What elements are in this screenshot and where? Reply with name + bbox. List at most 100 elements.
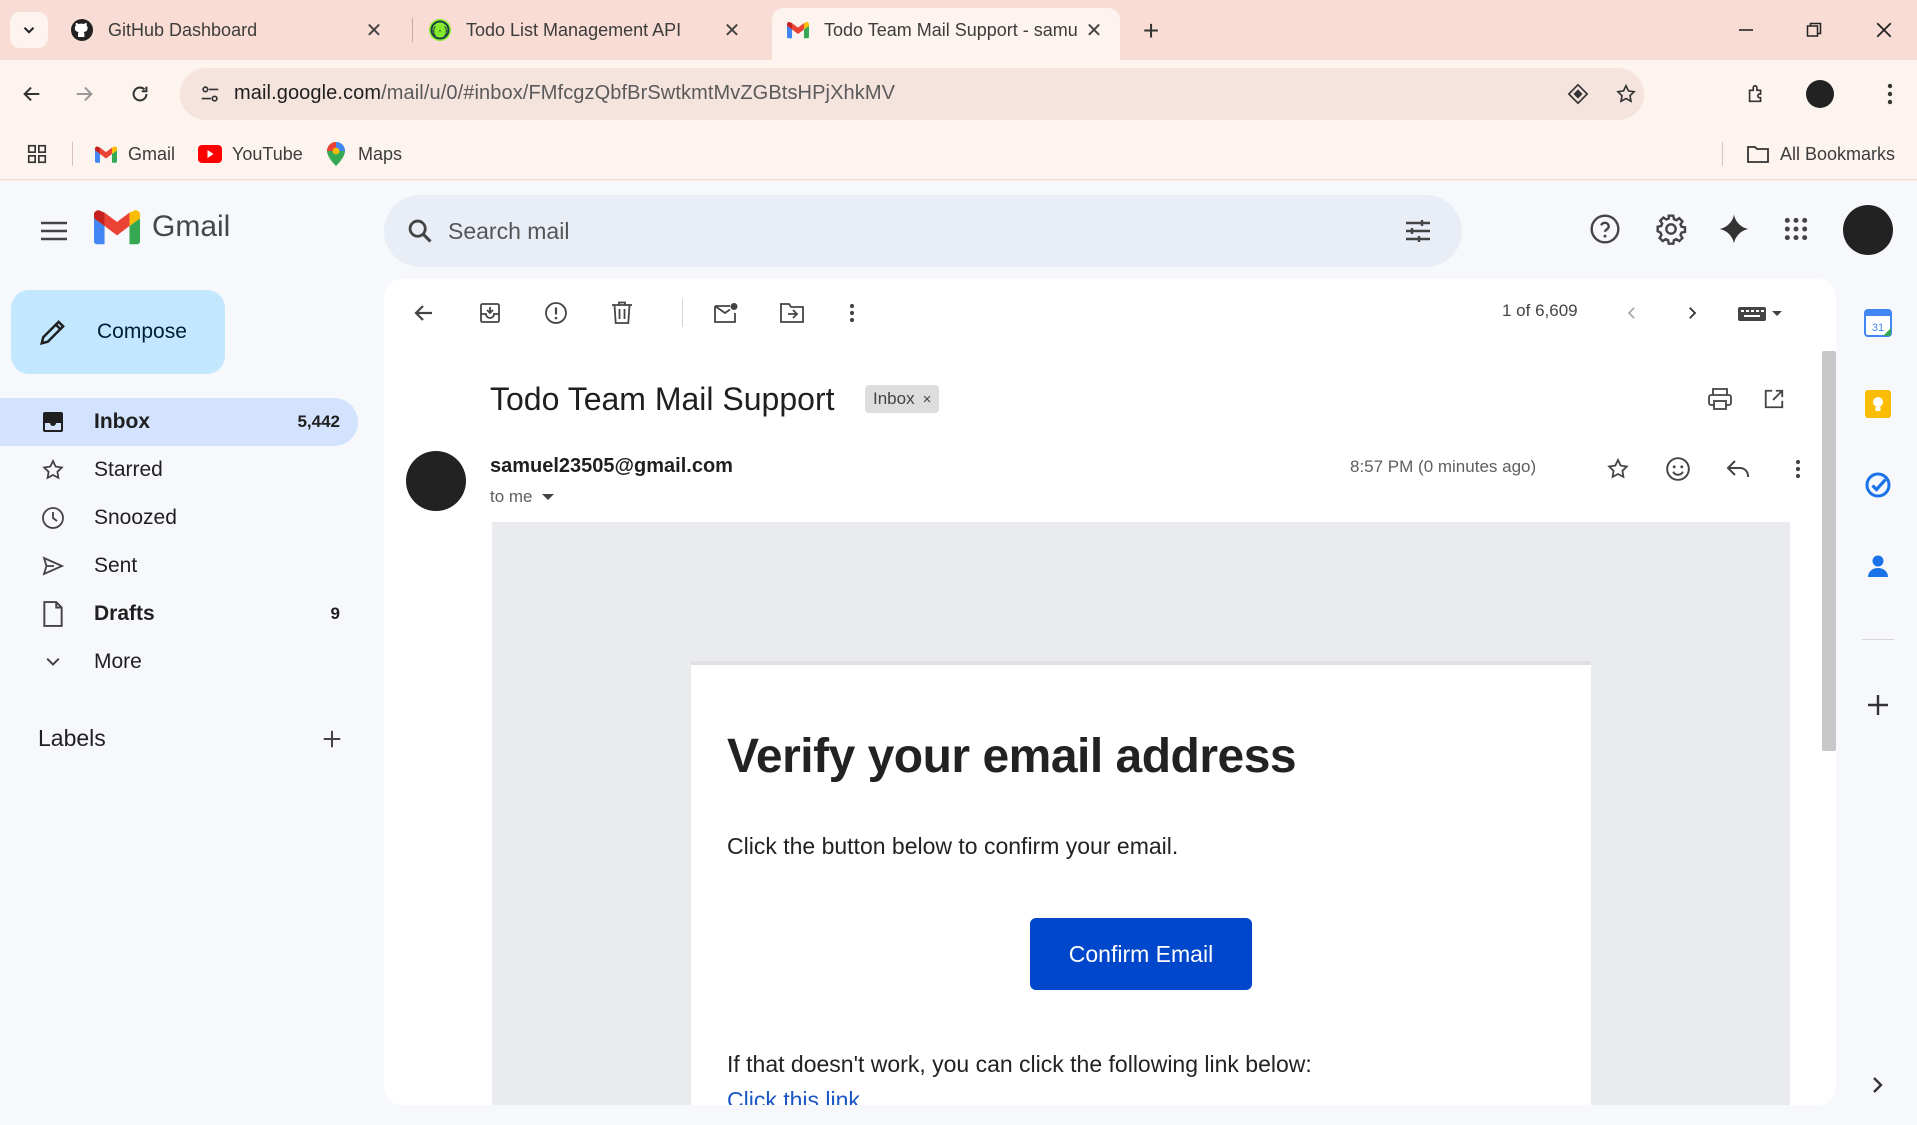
recipient-details[interactable]: to me: [490, 487, 555, 507]
send-icon: [38, 551, 68, 581]
confirm-email-button[interactable]: Confirm Email: [1030, 918, 1252, 990]
close-tab-icon[interactable]: ✕: [362, 18, 386, 42]
browser-menu-icon[interactable]: [1870, 74, 1910, 114]
message-more-icon[interactable]: [1776, 447, 1820, 491]
tab-todo-api[interactable]: {·} Todo List Management API ✕: [414, 8, 758, 52]
inbox-label-chip[interactable]: Inbox ×: [865, 385, 940, 413]
remove-label-icon[interactable]: ×: [923, 391, 932, 408]
nav-inbox[interactable]: Inbox 5,442: [0, 398, 358, 446]
move-to-icon[interactable]: [770, 291, 814, 335]
nav-count: 5,442: [297, 412, 340, 431]
scrollbar-thumb[interactable]: [1822, 351, 1836, 751]
email-body-background: Verify your email address Click the butt…: [492, 522, 1790, 1105]
close-window-icon[interactable]: [1864, 10, 1904, 50]
bookmark-youtube[interactable]: YouTube: [198, 138, 303, 170]
show-side-panel-icon[interactable]: [1858, 1065, 1898, 1105]
get-addons-icon[interactable]: [1858, 685, 1898, 725]
tab-gmail-active[interactable]: Todo Team Mail Support - samu ✕: [772, 8, 1120, 60]
nav-starred[interactable]: Starred: [0, 446, 358, 494]
address-bar[interactable]: mail.google.com/mail/u/0/#inbox/FMfcgzQb…: [180, 68, 1644, 120]
caret-down-icon: [541, 494, 554, 500]
star-message-icon[interactable]: [1596, 447, 1640, 491]
back-to-inbox-icon[interactable]: [402, 291, 446, 335]
back-icon[interactable]: [12, 74, 52, 114]
url-path: /mail/u/0/#inbox/FMfcgzQbfBrSwtkmtMvZGBt…: [381, 82, 896, 104]
bookmark-maps[interactable]: Maps: [324, 138, 402, 170]
recipient-text: to me: [490, 487, 533, 506]
nav-sent[interactable]: Sent: [0, 542, 358, 590]
site-info-icon[interactable]: [192, 76, 228, 112]
lens-icon[interactable]: [1560, 76, 1596, 112]
archive-icon[interactable]: [468, 291, 512, 335]
keep-icon[interactable]: [1858, 384, 1898, 424]
main-menu-icon[interactable]: [32, 209, 76, 253]
google-apps-icon[interactable]: [1772, 205, 1820, 253]
nav-label: Drafts: [94, 602, 155, 625]
bookmark-star-icon[interactable]: [1608, 76, 1644, 112]
nav-snoozed[interactable]: Snoozed: [0, 494, 358, 542]
message-scrollbar[interactable]: [1820, 351, 1836, 1105]
gemini-sparkle-icon[interactable]: [1710, 205, 1758, 253]
close-tab-icon[interactable]: ✕: [720, 18, 744, 42]
new-tab-button[interactable]: +: [1134, 14, 1168, 48]
extensions-icon[interactable]: [1736, 74, 1776, 114]
gmail-icon: [786, 18, 810, 42]
bookmarks-bar: Gmail YouTube Maps All Bookmarks: [0, 128, 1917, 180]
tasks-icon[interactable]: [1858, 465, 1898, 505]
url-text[interactable]: mail.google.com/mail/u/0/#inbox/FMfcgzQb…: [234, 82, 895, 105]
nav-more[interactable]: More: [0, 638, 358, 686]
nav-label: Snoozed: [94, 506, 177, 529]
account-avatar[interactable]: [1843, 205, 1893, 255]
bookmark-gmail[interactable]: Gmail: [94, 138, 175, 170]
settings-gear-icon[interactable]: [1647, 205, 1695, 253]
close-tab-icon[interactable]: ✕: [1082, 18, 1106, 42]
search-icon[interactable]: [400, 211, 440, 251]
more-actions-icon[interactable]: [830, 291, 874, 335]
calendar-icon[interactable]: 31: [1858, 303, 1898, 343]
reply-icon[interactable]: [1716, 447, 1760, 491]
search-options-icon[interactable]: [1398, 211, 1438, 251]
tab-search-button[interactable]: [10, 12, 48, 48]
bookmark-label: YouTube: [232, 143, 303, 164]
profile-avatar[interactable]: [1800, 74, 1840, 114]
profile-avatar-circle: [1806, 80, 1834, 108]
print-icon[interactable]: [1698, 377, 1742, 421]
sender-email[interactable]: samuel23505@gmail.com: [490, 455, 733, 478]
tab-title: Todo Team Mail Support - samu: [824, 19, 1078, 40]
github-icon: [70, 18, 94, 42]
search-input[interactable]: [448, 215, 1348, 247]
help-icon[interactable]: [1581, 205, 1629, 253]
newer-message-icon[interactable]: [1610, 291, 1654, 335]
nav-label: Starred: [94, 458, 163, 481]
all-bookmarks[interactable]: All Bookmarks: [1746, 138, 1895, 170]
apps-grid-icon[interactable]: [26, 138, 48, 170]
add-label-icon[interactable]: [312, 719, 352, 759]
report-spam-icon[interactable]: [534, 291, 578, 335]
older-message-icon[interactable]: [1670, 291, 1714, 335]
input-tools-icon[interactable]: [1728, 291, 1794, 335]
gmail-logo-icon: [94, 210, 140, 245]
nav-drafts[interactable]: Drafts 9: [0, 590, 358, 638]
tab-github-dashboard[interactable]: GitHub Dashboard ✕: [56, 8, 400, 52]
contacts-icon[interactable]: [1858, 546, 1898, 586]
reload-icon[interactable]: [120, 74, 160, 114]
compose-button[interactable]: Compose: [11, 290, 225, 374]
add-reaction-icon[interactable]: [1656, 447, 1700, 491]
restore-icon[interactable]: [1794, 10, 1834, 50]
sender-avatar[interactable]: [406, 451, 466, 511]
chevron-down-icon: [38, 647, 68, 677]
bookmark-label: Maps: [358, 143, 403, 164]
search-bar: [384, 195, 1462, 267]
mark-unread-icon[interactable]: [704, 291, 748, 335]
message-panel: 1 of 6,609 Todo Team Mail Support Inbox …: [384, 279, 1836, 1105]
forward-icon[interactable]: [64, 74, 104, 114]
pagination-text: 1 of 6,609: [1502, 301, 1578, 320]
star-icon: [38, 455, 68, 485]
delete-icon[interactable]: [600, 291, 644, 335]
nav-count: 9: [330, 604, 340, 623]
open-new-window-icon[interactable]: [1752, 377, 1796, 421]
confirm-link[interactable]: Click this link: [727, 1087, 860, 1105]
minimize-icon[interactable]: [1726, 10, 1766, 50]
gmail-app: Gmail Compose Inbox 5,442: [0, 181, 1917, 1125]
gmail-logo[interactable]: Gmail: [94, 209, 230, 245]
